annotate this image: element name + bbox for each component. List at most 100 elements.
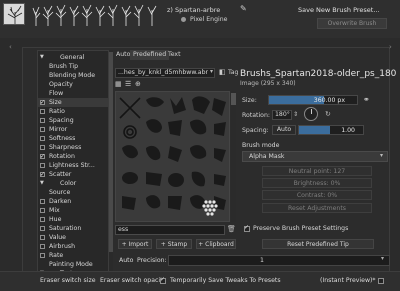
option-checkbox[interactable] [40, 170, 45, 179]
option-checkbox[interactable] [40, 163, 45, 168]
temp-save-checkbox[interactable] [160, 276, 166, 284]
option-checkbox[interactable] [40, 244, 45, 249]
size-slider[interactable]: 360.00 px [268, 95, 358, 105]
option-list-item[interactable]: Sharpness [38, 143, 108, 152]
save-new-preset-button[interactable]: Save New Brush Preset... [298, 6, 380, 14]
expand-triangle-icon[interactable]: ▼ [40, 53, 44, 62]
option-section-header[interactable]: ▼ Color [38, 179, 108, 188]
option-checkbox[interactable] [40, 145, 45, 150]
option-checkbox[interactable] [40, 253, 45, 258]
option-list-item[interactable]: Painting Mode [38, 260, 108, 269]
option-list-item[interactable]: Rate [38, 251, 108, 260]
option-checkbox[interactable] [40, 136, 45, 141]
option-list-item[interactable]: Blending Mode [38, 71, 108, 80]
brush-thumbnail[interactable] [3, 3, 25, 25]
option-list-item[interactable]: Lightness Str... [38, 161, 108, 170]
option-checkbox[interactable] [40, 217, 45, 222]
precision-auto-toggle[interactable]: Auto [119, 257, 133, 264]
refresh-icon[interactable]: ↻ [325, 110, 331, 118]
option-list-item[interactable]: Rotation [38, 152, 108, 161]
rotation-dial[interactable] [304, 107, 318, 121]
option-checkbox[interactable] [40, 152, 45, 161]
grid-view-icon[interactable]: ▦ [115, 80, 122, 88]
eraser-switch-size-button[interactable]: Eraser switch size [40, 275, 96, 287]
option-checkbox[interactable] [40, 235, 45, 240]
option-list-item[interactable]: Mirror [38, 125, 108, 134]
option-checkbox[interactable] [40, 109, 45, 114]
option-section-header[interactable]: ▼ General [38, 53, 108, 62]
option-list-item[interactable]: Darken [38, 197, 108, 206]
preserve-settings-checkbox[interactable] [244, 224, 250, 232]
option-list-item[interactable]: Spacing [38, 116, 108, 125]
neutral-point-slider[interactable]: Neutral point: 127 [262, 166, 372, 176]
precision-value: 1 [260, 257, 264, 264]
expand-triangle-icon[interactable]: ▼ [40, 179, 44, 188]
chain-link-icon[interactable]: ⚭ [363, 95, 370, 104]
eraser-switch-opacity-button[interactable]: Eraser switch opacity [100, 275, 166, 287]
brush-mode-select[interactable]: Alpha Mask [242, 151, 388, 162]
reset-predefined-tip-button[interactable]: Reset Predefined Tip [262, 239, 374, 249]
delete-icon[interactable]: 🗑 [227, 225, 236, 233]
precision-slider[interactable] [168, 255, 390, 266]
chevron-down-icon[interactable]: ▾ [381, 255, 384, 262]
option-list-item[interactable]: Brush Tip [38, 62, 108, 71]
option-checkbox[interactable] [40, 98, 45, 107]
option-list-item[interactable]: Saturation [38, 224, 108, 233]
chevron-down-icon[interactable]: ▾ [380, 152, 383, 159]
import-button-label: Import [128, 241, 149, 248]
contrast-slider[interactable]: Contrast: 0% [262, 190, 372, 200]
spacing-slider[interactable]: 1.00 [298, 125, 364, 135]
clipboard-button-label: Clipboard [205, 241, 234, 248]
import-button[interactable]: + Import [118, 239, 152, 249]
collapse-left-icon[interactable]: ‹ [9, 43, 12, 51]
option-list-item[interactable]: Value [38, 233, 108, 242]
temp-save-label[interactable]: Temporarily Save Tweaks To Presets [170, 275, 281, 287]
tip-grid-scroll-thumb[interactable] [231, 93, 236, 105]
reset-adjustments-button[interactable]: Reset Adjustments [262, 203, 372, 213]
spacing-value: 1.00 [341, 127, 355, 134]
rotation-input[interactable]: 180° [272, 110, 292, 120]
tag-icon[interactable]: ◧ [219, 68, 226, 76]
plus-icon: + [121, 241, 129, 248]
rotation-stepper-icon[interactable]: ⇕ [293, 111, 298, 118]
option-checkbox[interactable] [40, 127, 45, 132]
option-checkbox[interactable] [40, 118, 45, 123]
clipboard-button[interactable]: + Clipboard [196, 239, 236, 249]
preserve-settings-label[interactable]: Preserve Brush Preset Settings [253, 225, 348, 232]
option-checkbox[interactable] [40, 208, 45, 213]
instant-preview-label[interactable]: (Instant Preview)* [320, 275, 376, 287]
brightness-slider[interactable]: Brightness: 0% [262, 178, 372, 188]
tip-grid-scrollbar[interactable] [231, 91, 236, 222]
option-list-item[interactable]: Scatter [38, 170, 108, 179]
zoom-icon[interactable]: ⊕ [135, 80, 141, 88]
option-list-item[interactable]: Hue [38, 215, 108, 224]
spacing-auto-toggle[interactable]: Auto [272, 125, 296, 135]
tag-label[interactable]: Tag [228, 69, 238, 76]
tab-text[interactable]: Text [165, 50, 184, 60]
option-list-item[interactable]: Airbrush [38, 242, 108, 251]
chevron-down-icon[interactable]: ▾ [210, 68, 213, 75]
overwrite-brush-button[interactable]: Overwrite Brush [317, 18, 387, 29]
stamp-button[interactable]: + Stamp [156, 239, 192, 249]
collapse-right-icon[interactable]: › [389, 43, 392, 51]
option-list-scroll-thumb[interactable] [109, 52, 113, 252]
option-label: Rotation [49, 153, 75, 160]
tip-filter-input[interactable]: ess [115, 225, 225, 235]
option-checkbox[interactable] [40, 226, 45, 231]
option-list-item[interactable]: Mix [38, 206, 108, 215]
instant-preview-checkbox[interactable] [378, 278, 384, 284]
list-view-icon[interactable]: ☰ [125, 80, 131, 88]
option-list-item[interactable]: Softness [38, 134, 108, 143]
brush-source-select[interactable]: ...hes_by_knkl_d5mhbww.abr [115, 68, 215, 78]
brush-tip-grid[interactable] [115, 91, 230, 222]
pencil-icon[interactable]: ✎ [240, 4, 247, 13]
option-list-item[interactable]: Source [38, 188, 108, 197]
brush-name-label[interactable]: z) Spartan-arbre [167, 6, 220, 14]
option-list-item[interactable]: Opacity [38, 80, 108, 89]
option-checkbox[interactable] [40, 199, 45, 204]
option-list-item[interactable]: Ratio [38, 107, 108, 116]
tab-predefined[interactable]: Predefined [130, 50, 170, 60]
option-label: Airbrush [49, 243, 76, 250]
option-list-item[interactable]: Flow [38, 89, 108, 98]
option-list-item[interactable]: Size [38, 98, 108, 107]
